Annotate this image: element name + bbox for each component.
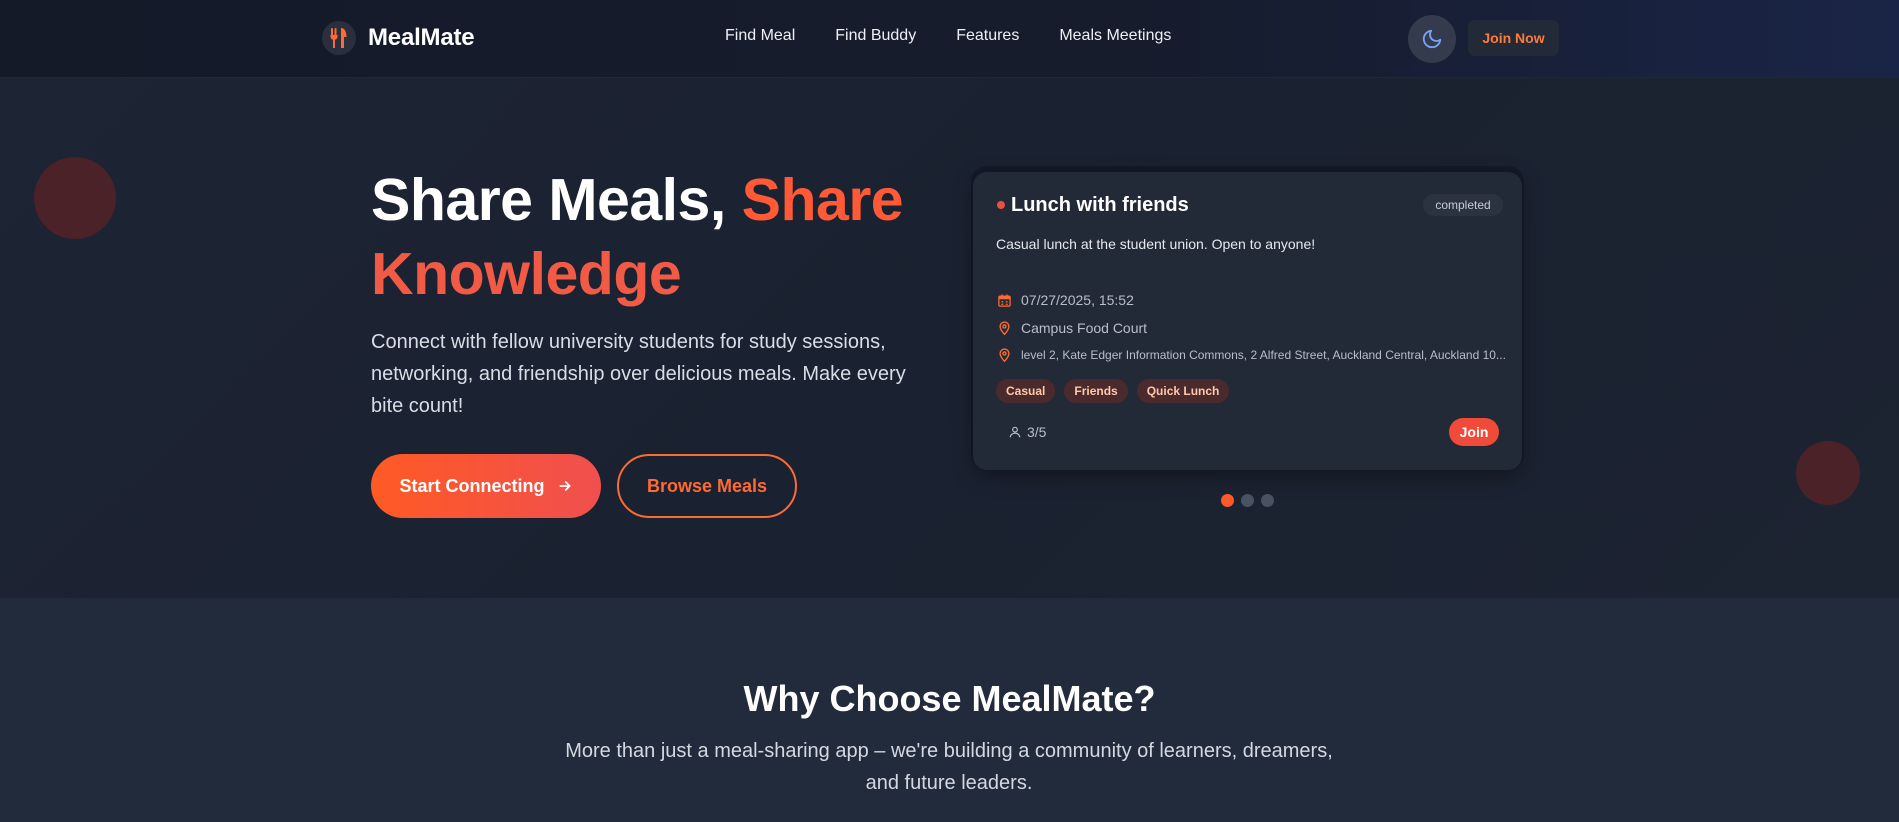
user-icon [1008,425,1022,439]
meal-card-title: Lunch with friends [1011,194,1189,216]
why-title: Why Choose MealMate? [743,678,1156,719]
nav-link-meals-meetings[interactable]: Meals Meetings [1059,27,1171,45]
navbar: MealMate Find Meal Find Buddy Features M… [0,0,1899,78]
browse-meals-button[interactable]: Browse Meals [617,454,797,518]
tag-friends[interactable]: Friends [1064,379,1128,403]
nav-links: Find Meal Find Buddy Features Meals Meet… [725,27,1211,45]
why-section: Why Choose MealMate? More than just a me… [0,598,1899,822]
meal-datetime-row: 07/27/2025, 15:52 [996,292,1134,308]
nav-link-find-meal[interactable]: Find Meal [725,27,795,45]
hero-title-part2: Share [741,167,904,233]
carousel-dot-2[interactable] [1241,494,1254,507]
nav-link-features[interactable]: Features [956,27,1019,45]
why-subtitle: More than just a meal-sharing app – we'r… [565,740,1333,794]
status-badge: completed [1423,194,1503,216]
utensils-icon [322,21,356,55]
start-connecting-label: Start Connecting [399,475,545,496]
hero-title-part3: Knowledge [371,241,682,307]
moon-icon [1421,28,1443,50]
decorative-circle-right [1796,441,1860,505]
theme-toggle-button[interactable] [1408,15,1456,63]
meal-venue: Campus Food Court [1021,320,1148,336]
hero-title: Share Meals, Share Knowledge [371,163,931,311]
carousel-dot-3[interactable] [1261,494,1274,507]
meal-tags: Casual Friends Quick Lunch [996,379,1238,403]
join-now-button[interactable]: Join Now [1468,20,1559,56]
carousel-dots [1221,494,1281,507]
meal-card-description: Casual lunch at the student union. Open … [996,236,1316,252]
decorative-circle-left [34,157,116,239]
map-pin-icon [996,347,1012,363]
status-dot [997,201,1005,209]
participants-text: 3/5 [1027,424,1047,440]
map-pin-icon [996,320,1012,336]
meal-datetime: 07/27/2025, 15:52 [1021,292,1134,308]
meal-address: level 2, Kate Edger Information Commons,… [1021,348,1506,362]
carousel-dot-1[interactable] [1221,494,1234,507]
meal-address-row: level 2, Kate Edger Information Commons,… [996,347,1506,363]
join-meal-button[interactable]: Join [1449,418,1499,446]
hero-title-part1: Share Meals, [371,167,742,233]
participants-count: 3/5 [1008,424,1046,440]
brand-name: MealMate [368,24,475,51]
calendar-icon [996,292,1012,308]
tag-quick-lunch[interactable]: Quick Lunch [1136,379,1230,403]
meal-venue-row: Campus Food Court [996,320,1147,336]
meal-card[interactable]: Lunch with friends completed Casual lunc… [973,172,1522,470]
arrow-right-icon [557,478,573,494]
brand[interactable]: MealMate [322,20,475,56]
tag-casual[interactable]: Casual [996,379,1056,403]
nav-link-find-buddy[interactable]: Find Buddy [835,27,916,45]
hero-section [0,78,1899,598]
start-connecting-button[interactable]: Start Connecting [371,454,601,518]
hero-subtitle: Connect with fellow university students … [371,331,906,417]
